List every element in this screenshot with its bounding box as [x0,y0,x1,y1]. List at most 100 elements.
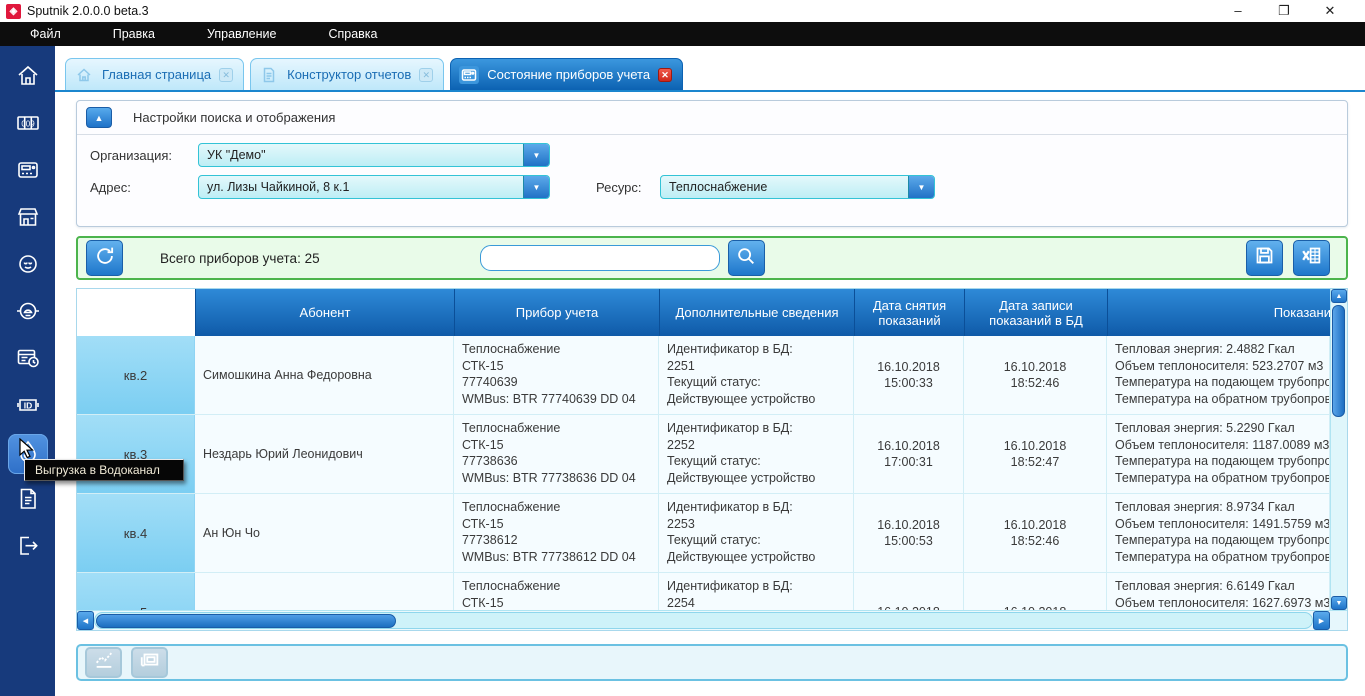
scroll-left-icon[interactable]: ◀ [77,611,94,630]
chevron-down-icon[interactable]: ▼ [523,144,549,166]
header-subscriber[interactable]: Абонент [195,289,454,336]
apartment-cell[interactable]: кв.5 [77,573,195,610]
sidebar-item-home[interactable] [8,58,48,98]
meter-cell[interactable]: Теплоснабжение СТК-15 77738636 WMBus: BT… [454,415,659,493]
meter-cell[interactable]: Теплоснабжение СТК-15 77738612 WMBus: BT… [454,494,659,572]
minimize-button[interactable]: – [1215,3,1261,19]
horizontal-scroll-thumb[interactable] [96,614,396,628]
refresh-button[interactable] [86,240,123,276]
readings-cell[interactable]: Тепловая энергия: 6.6149 Гкал Объем тепл… [1107,573,1330,610]
sidebar-item-gauge[interactable] [8,293,48,333]
sidebar-item-schedule[interactable] [8,340,48,380]
apartment-cell[interactable]: кв.3 [77,415,195,493]
vertical-scrollbar[interactable]: ▲ ▼ [1330,289,1347,610]
scrollbar-corner [1330,611,1347,630]
table-row[interactable]: кв.5 Теплоснабжение СТК-15 Идентификатор… [77,573,1330,610]
tab-close-icon[interactable]: ✕ [658,68,672,82]
chevron-down-icon[interactable]: ▼ [523,176,549,198]
read-date-cell[interactable]: 16.10.2018 15:00:53 [854,494,964,572]
details-line: Идентификатор в БД: [667,578,853,595]
app-logo-icon: ◈ [6,4,21,19]
organization-dropdown[interactable]: УК "Демо" ▼ [198,143,550,167]
building-icon [15,204,41,235]
sidebar-item-exit[interactable] [8,528,48,568]
readings-cell[interactable]: Тепловая энергия: 5.2290 Гкал Объем тепл… [1107,415,1330,493]
menu-file[interactable]: Файл [30,27,61,41]
header-meter[interactable]: Прибор учета [454,289,659,336]
horizontal-scrollbar[interactable]: ◀ ▶ [77,610,1347,630]
save-button[interactable] [1246,240,1283,276]
tab-close-icon[interactable]: ✕ [219,68,233,82]
close-button[interactable]: ✕ [1307,3,1353,19]
resource-value: Теплоснабжение [661,176,908,198]
sidebar-item-building[interactable] [8,199,48,239]
id-badge-icon: ID [15,392,41,423]
tab-home-page[interactable]: Главная страница ✕ [65,58,244,90]
scroll-up-icon[interactable]: ▲ [1331,289,1347,303]
details-cell[interactable]: Идентификатор в БД: 2254 [659,573,854,610]
header-readings[interactable]: Показания [1107,289,1330,336]
sidebar-item-id[interactable]: ID [8,387,48,427]
collapse-panel-button[interactable]: ▲ [86,107,112,128]
read-date-cell[interactable]: 16.10.2018 [854,573,964,610]
subscriber-cell[interactable] [195,573,454,610]
sidebar-item-meter-device[interactable] [8,152,48,192]
table-row[interactable]: кв.2 Симошкина Анна Федоровна Теплоснабж… [77,336,1330,415]
db-date-cell[interactable]: 16.10.2018 18:52:46 [964,336,1107,414]
address-dropdown[interactable]: ул. Лизы Чайкиной, 8 к.1 ▼ [198,175,550,199]
meter-cell[interactable]: Теплоснабжение СТК-15 77740639 WMBus: BT… [454,336,659,414]
svg-text:009: 009 [21,119,35,128]
scroll-down-icon[interactable]: ▼ [1331,596,1347,610]
menu-help[interactable]: Справка [328,27,377,41]
meter-cell[interactable]: Теплоснабжение СТК-15 [454,573,659,610]
archive-window-button[interactable] [131,647,168,678]
calendar-clock-icon [15,345,41,376]
sidebar-item-counter[interactable]: 009 [8,105,48,145]
details-line: Действующее устройство [667,391,853,408]
reading-line: Объем теплоносителя: 1627.6973 м3 [1115,595,1329,611]
subscriber-cell[interactable]: Ан Юн Чо [195,494,454,572]
tab-close-icon[interactable]: ✕ [419,68,433,82]
document-icon [259,66,279,84]
header-read-date[interactable]: Дата снятия показаний [854,289,964,336]
subscriber-cell[interactable]: Нездарь Юрий Леонидович [195,415,454,493]
reading-line: Тепловая энергия: 5.2290 Гкал [1115,420,1329,437]
header-details[interactable]: Дополнительные сведения [659,289,854,336]
home-icon [15,63,41,94]
sidebar-item-person[interactable] [8,246,48,286]
subscriber-cell[interactable]: Симошкина Анна Федоровна [195,336,454,414]
menu-edit[interactable]: Правка [113,27,155,41]
refresh-icon [94,245,116,272]
apartment-cell[interactable]: кв.4 [77,494,195,572]
chevron-down-icon[interactable]: ▼ [908,176,934,198]
readings-cell[interactable]: Тепловая энергия: 2.4882 Гкал Объем тепл… [1107,336,1330,414]
search-input[interactable] [480,245,720,271]
table-row[interactable]: кв.3 Нездарь Юрий Леонидович Теплоснабже… [77,415,1330,494]
menu-manage[interactable]: Управление [207,27,277,41]
sidebar-item-report[interactable] [8,481,48,521]
header-db-date[interactable]: Дата записи показаний в БД [964,289,1107,336]
vertical-scroll-thumb[interactable] [1332,305,1345,417]
export-excel-button[interactable] [1293,240,1330,276]
tab-report-builder[interactable]: Конструктор отчетов ✕ [250,58,444,90]
apartment-cell[interactable]: кв.2 [77,336,195,414]
db-date-cell[interactable]: 16.10.2018 [964,573,1107,610]
scroll-right-icon[interactable]: ▶ [1313,611,1330,630]
details-line: 2253 [667,516,853,533]
read-date-cell[interactable]: 16.10.2018 17:00:31 [854,415,964,493]
maximize-button[interactable]: ❐ [1261,3,1307,19]
details-cell[interactable]: Идентификатор в БД: 2251 Текущий статус:… [659,336,854,414]
table-row[interactable]: кв.4 Ан Юн Чо Теплоснабжение СТК-15 7773… [77,494,1330,573]
details-line: Идентификатор в БД: [667,420,853,437]
db-date-cell[interactable]: 16.10.2018 18:52:46 [964,494,1107,572]
tab-meter-status[interactable]: Состояние приборов учета ✕ [450,58,683,90]
chart-button[interactable] [85,647,122,678]
db-date-cell[interactable]: 16.10.2018 18:52:47 [964,415,1107,493]
meter-line: СТК-15 [462,595,658,611]
readings-cell[interactable]: Тепловая энергия: 8.9734 Гкал Объем тепл… [1107,494,1330,572]
details-cell[interactable]: Идентификатор в БД: 2253 Текущий статус:… [659,494,854,572]
search-button[interactable] [728,240,765,276]
resource-dropdown[interactable]: Теплоснабжение ▼ [660,175,935,199]
details-cell[interactable]: Идентификатор в БД: 2252 Текущий статус:… [659,415,854,493]
read-date-cell[interactable]: 16.10.2018 15:00:33 [854,336,964,414]
